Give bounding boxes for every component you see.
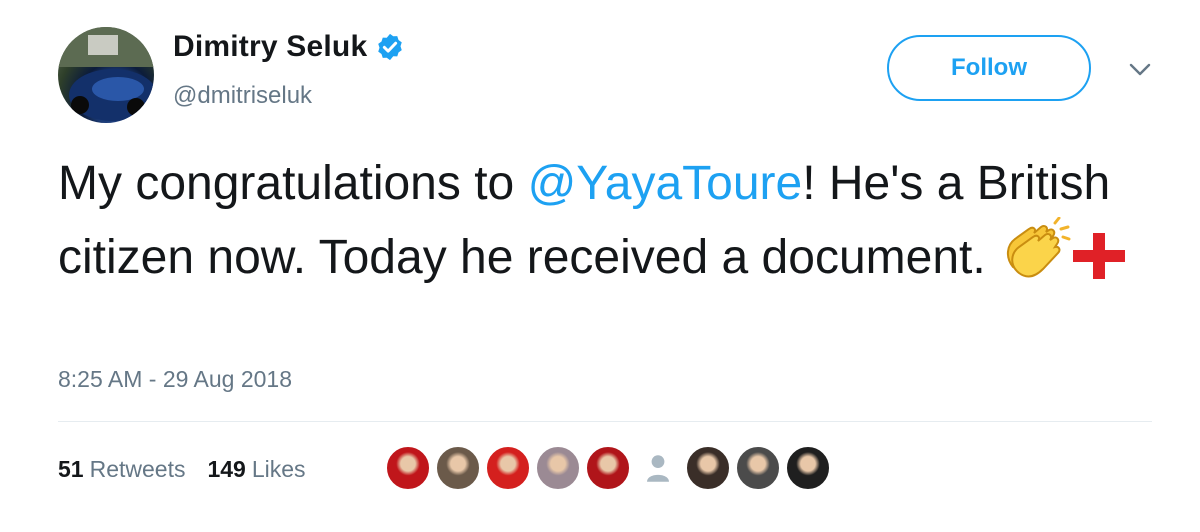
mention-link[interactable]: @YayaToure xyxy=(528,157,803,210)
author-name-row: Dimitry Seluk xyxy=(173,30,405,64)
default-profile-icon xyxy=(647,455,669,482)
likes-count[interactable]: 149 xyxy=(207,456,245,483)
liker-avatar[interactable] xyxy=(535,445,581,491)
avatar[interactable] xyxy=(58,27,154,123)
tweet-stats: 51 Retweets 149 Likes xyxy=(58,456,328,483)
likes-label[interactable]: Likes xyxy=(252,456,306,483)
liker-avatar[interactable] xyxy=(385,445,431,491)
liker-avatars xyxy=(385,445,835,491)
liker-avatar-default[interactable] xyxy=(635,445,681,491)
liker-avatar[interactable] xyxy=(485,445,531,491)
retweets-count[interactable]: 51 xyxy=(58,456,84,483)
display-name[interactable]: Dimitry Seluk xyxy=(173,30,367,64)
england-cross-icon xyxy=(1073,233,1126,279)
tweet-text: My congratulations to @YayaToure! He's a… xyxy=(58,150,1158,291)
chevron-down-icon[interactable] xyxy=(1128,62,1152,78)
liker-avatar[interactable] xyxy=(685,445,731,491)
verified-badge-icon xyxy=(378,33,403,61)
liker-avatar[interactable] xyxy=(435,445,481,491)
clapping-hands-icon xyxy=(1007,217,1071,278)
tweet-timestamp[interactable]: 8:25 AM - 29 Aug 2018 xyxy=(58,366,292,393)
liker-avatar[interactable] xyxy=(585,445,631,491)
avatar-photo xyxy=(58,27,154,121)
follow-button[interactable]: Follow xyxy=(887,35,1091,101)
liker-avatar[interactable] xyxy=(735,445,781,491)
liker-avatar[interactable] xyxy=(785,445,831,491)
tweet-text-start: My congratulations to xyxy=(58,157,528,210)
retweets-label[interactable]: Retweets xyxy=(90,456,186,483)
author-handle[interactable]: @dmitriseluk xyxy=(173,82,312,110)
divider xyxy=(58,421,1152,422)
